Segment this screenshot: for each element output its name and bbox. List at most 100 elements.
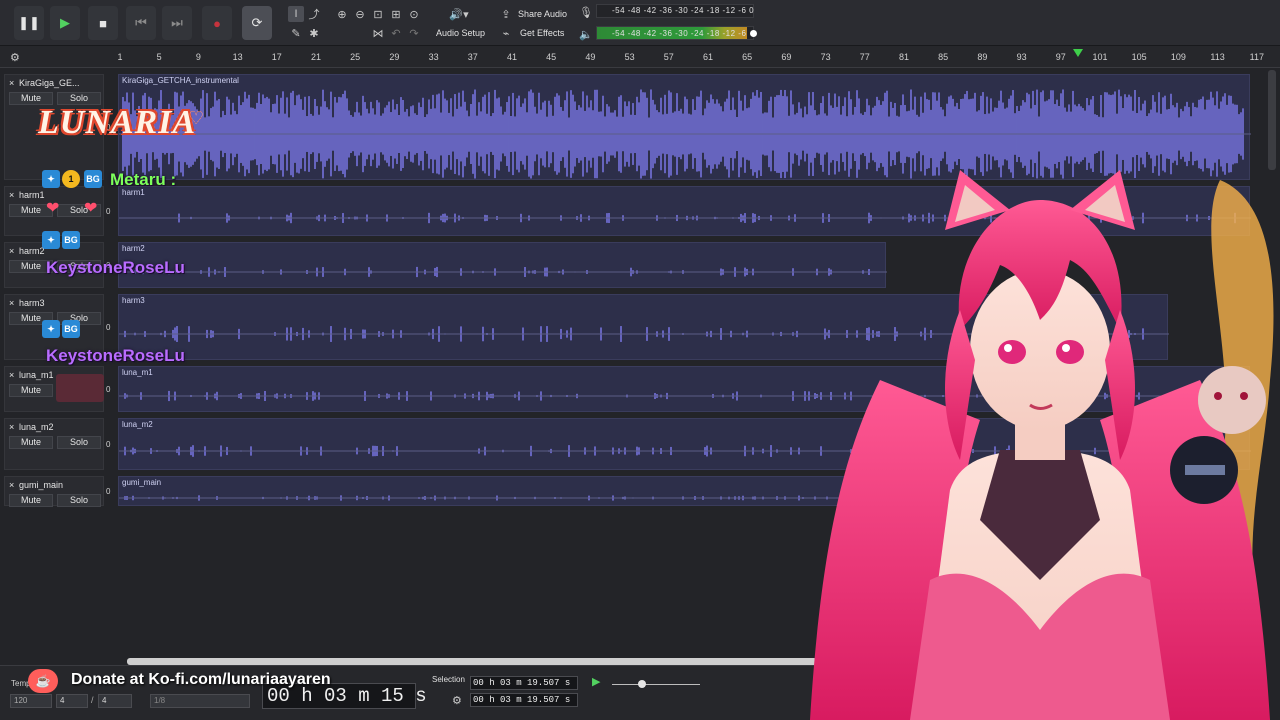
- ruler-label: 41: [506, 52, 518, 62]
- emote-image: [56, 374, 104, 402]
- close-track-icon[interactable]: ×: [9, 298, 14, 308]
- envelope-tool-icon[interactable]: ⤴: [306, 6, 322, 22]
- close-track-icon[interactable]: ×: [9, 370, 14, 380]
- zoom-fit-icon[interactable]: ⊞: [388, 6, 404, 22]
- bg-badge-icon: BG: [62, 231, 80, 249]
- track-header: × luna_m2 Mute Solo: [4, 418, 104, 470]
- share-audio-button[interactable]: Share Audio: [518, 9, 567, 19]
- waveform: [119, 266, 887, 278]
- stop-button[interactable]: ■: [88, 6, 118, 40]
- audio-clip[interactable]: harm2: [118, 242, 887, 288]
- chat-username-keystone: KeystoneRoseLu: [46, 258, 185, 277]
- ruler-label: 21: [310, 52, 322, 62]
- ruler-label: 65: [742, 52, 753, 62]
- microphone-icon[interactable]: 🎙: [578, 4, 594, 20]
- play-speed-slider[interactable]: [612, 684, 700, 685]
- get-effects-button[interactable]: Get Effects: [520, 28, 564, 38]
- skip-start-button[interactable]: ⏮: [126, 6, 156, 40]
- ruler-label: 29: [389, 52, 400, 62]
- audio-setup-button[interactable]: Audio Setup: [436, 28, 485, 38]
- horizontal-scrollbar[interactable]: [127, 658, 817, 665]
- ruler-label: 61: [702, 52, 714, 62]
- clip-name: KiraGiga_GETCHA_instrumental: [122, 76, 239, 85]
- toolbar: ❚❚ ▶ ■ ⏮ ⏭ ● ⟳ I ⤴ ✎ ✱ ⊕ ⊖ ⊡ ⊞ ⊙ ⋈ ↶ ↷ 🔊…: [0, 0, 1280, 46]
- skip-end-button[interactable]: ⏭: [162, 6, 192, 40]
- streamer-badge-icon: ✦: [42, 320, 60, 338]
- vtuber-avatar: [810, 170, 1274, 720]
- ruler-label: 37: [467, 52, 478, 62]
- speaker-icon[interactable]: 🔈: [578, 26, 594, 42]
- ruler-label: 101: [1092, 52, 1108, 62]
- ruler-label: 33: [428, 52, 439, 62]
- zoom-toggle-icon[interactable]: ⊙: [406, 6, 422, 22]
- playhead-marker-icon[interactable]: [1073, 49, 1083, 57]
- pause-icon: ❚❚: [18, 15, 40, 30]
- vertical-scrollbar[interactable]: [1268, 70, 1276, 170]
- close-track-icon[interactable]: ×: [9, 78, 14, 88]
- selection-start-field[interactable]: 00 h 03 m 19.507 s: [470, 676, 578, 690]
- zoom-in-icon[interactable]: ⊕: [334, 6, 350, 22]
- selection-settings-icon[interactable]: ⚙: [452, 694, 462, 707]
- solo-button[interactable]: Solo: [57, 494, 101, 507]
- clip-name: harm3: [122, 296, 145, 305]
- tempo-field[interactable]: 120: [10, 694, 52, 708]
- ruler-label: 81: [898, 52, 910, 62]
- zoom-out-icon[interactable]: ⊖: [352, 6, 368, 22]
- amplitude-label: 0: [106, 440, 111, 449]
- selection-end-field[interactable]: 00 h 03 m 19.507 s: [470, 693, 578, 707]
- loop-button[interactable]: ⟳: [242, 6, 272, 40]
- record-button[interactable]: ●: [202, 6, 232, 40]
- time-signature-numerator[interactable]: 4: [56, 694, 88, 708]
- audio-setup-icon[interactable]: 🔊▾: [446, 6, 472, 22]
- trim-icon[interactable]: ⋈: [370, 25, 386, 41]
- play-speed-thumb[interactable]: [638, 680, 646, 688]
- draw-tool-icon[interactable]: ✎: [288, 25, 304, 41]
- selection-tool-icon[interactable]: I: [288, 6, 304, 22]
- donate-banner: Donate at Ko-fi.com/lunariaayaren: [71, 671, 331, 688]
- mute-button[interactable]: Mute: [9, 384, 53, 397]
- chat-username-metaru: Metaru :: [110, 170, 177, 189]
- undo-icon[interactable]: ↶: [388, 25, 404, 41]
- playback-meter-slider[interactable]: [750, 30, 757, 37]
- clip-name: luna_m2: [122, 420, 153, 429]
- solo-button[interactable]: Solo: [57, 436, 101, 449]
- track-name[interactable]: KiraGiga_GE...: [19, 78, 80, 88]
- time-signature-denominator[interactable]: 4: [98, 694, 132, 708]
- record-icon: ●: [213, 15, 221, 31]
- play-button[interactable]: ▶: [50, 6, 80, 40]
- emote-icon-2: ❤: [84, 200, 98, 217]
- ruler-label: 113: [1210, 52, 1225, 62]
- amplitude-label: 0: [106, 487, 111, 496]
- heart-icon: ♡: [188, 108, 205, 128]
- track-name[interactable]: harm1: [19, 190, 45, 200]
- ruler-label: 85: [938, 52, 949, 62]
- close-track-icon[interactable]: ×: [9, 246, 14, 256]
- track-name[interactable]: harm2: [19, 246, 45, 256]
- timeline-settings-icon[interactable]: ⚙: [10, 51, 20, 64]
- play-icon: ▶: [60, 15, 70, 30]
- timeline-ruler[interactable]: ⚙ 1 5 9 13 17 21 25 29 33 37 41 45 49 53 57 61 65 69 73 77 8…: [0, 46, 1280, 68]
- close-track-icon[interactable]: ×: [9, 422, 14, 432]
- redo-icon[interactable]: ↷: [406, 25, 422, 41]
- multi-tool-icon[interactable]: ✱: [306, 25, 322, 41]
- ruler-label: 9: [195, 52, 201, 62]
- zoom-selection-icon[interactable]: ⊡: [370, 6, 386, 22]
- track-name[interactable]: gumi_main: [19, 480, 63, 490]
- streamer-badge-icon: ✦: [42, 170, 60, 188]
- snap-select[interactable]: 1/8: [150, 694, 250, 708]
- audio-clip[interactable]: gumi_main: [118, 476, 887, 506]
- track-name[interactable]: luna_m2: [19, 422, 54, 432]
- ruler-label: 17: [271, 52, 282, 62]
- mute-button[interactable]: Mute: [9, 494, 53, 507]
- track-name[interactable]: harm3: [19, 298, 45, 308]
- close-track-icon[interactable]: ×: [9, 480, 14, 490]
- ruler-label: 45: [546, 52, 557, 62]
- pause-button[interactable]: ❚❚: [14, 6, 44, 40]
- mute-button[interactable]: Mute: [9, 436, 53, 449]
- close-track-icon[interactable]: ×: [9, 190, 14, 200]
- skip-end-icon: ⏭: [171, 15, 183, 30]
- play-at-speed-icon[interactable]: ▶: [592, 675, 600, 688]
- stop-icon: ■: [99, 15, 107, 31]
- emote-icon: ❤: [46, 200, 60, 217]
- track-name[interactable]: luna_m1: [19, 370, 54, 380]
